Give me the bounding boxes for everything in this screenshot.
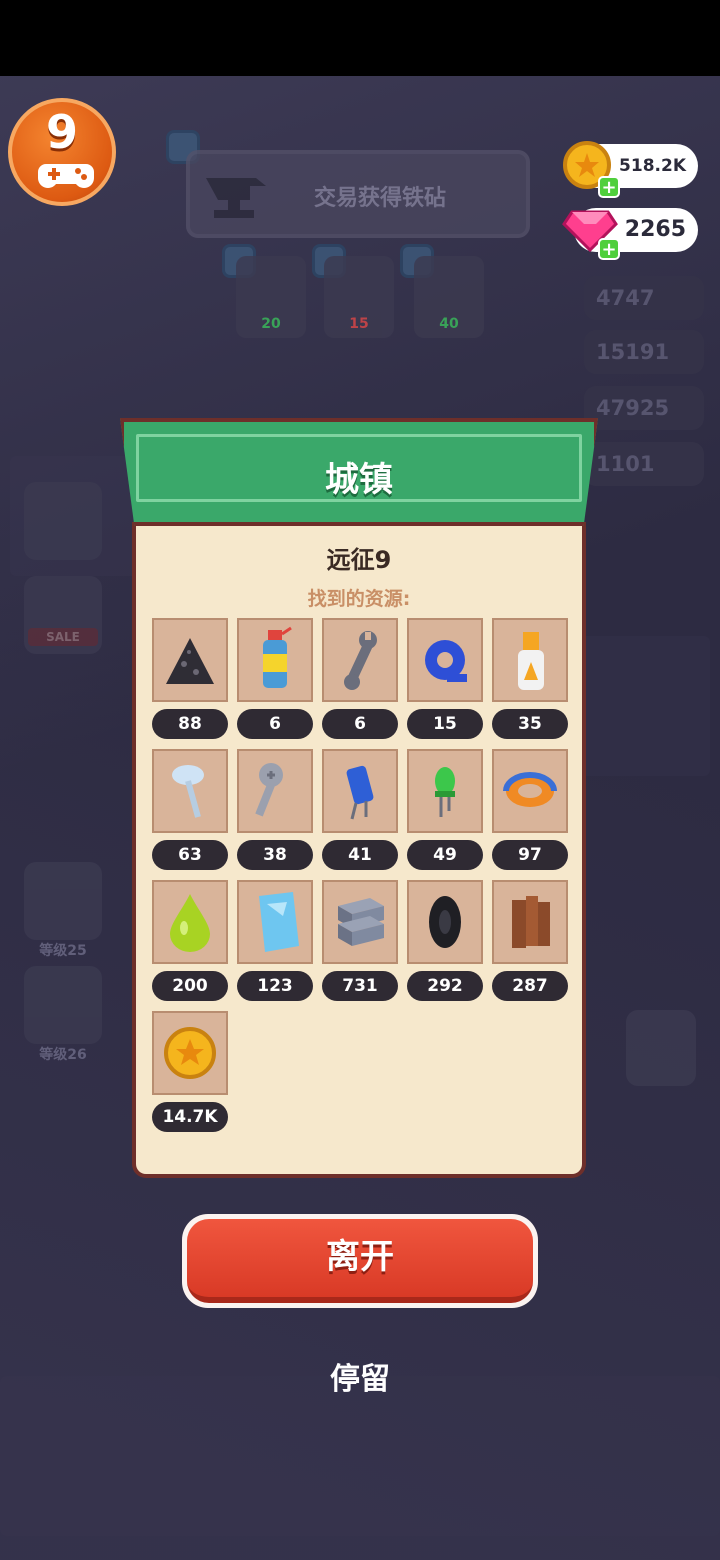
anvil-icon [206,178,266,218]
resource-count: 63 [152,840,228,870]
led-icon [435,767,455,817]
sale-label: SALE [28,628,98,646]
resource-count: 292 [407,971,483,1001]
level-badge[interactable]: 9 [8,98,116,206]
resource-tile[interactable] [322,880,398,964]
add-gems-button[interactable]: + [598,238,620,260]
side-stat: 47925 [584,386,704,430]
resource-tile[interactable] [152,880,228,964]
resource-tile[interactable] [322,618,398,702]
add-coins-button[interactable]: + [598,176,620,198]
coin-value: 518.2K [619,156,686,176]
resource-count: 49 [407,840,483,870]
panel-subtitle: 远征9 [326,546,392,574]
wood-planks-icon [512,896,550,948]
resource-count: 200 [152,971,228,1001]
resource-count: 287 [492,971,568,1001]
stay-button[interactable]: 停留 [300,1356,420,1404]
walkie-talkie-button[interactable] [626,1010,696,1086]
steel-ingot-icon [338,898,384,946]
resource-count: 35 [492,709,568,739]
capacitor-icon [346,765,374,820]
green-drop-icon [170,894,210,952]
level-reward-label: 等级26 [39,1047,87,1063]
glue-bottle-icon [518,632,544,690]
side-stat: 1101 [584,442,704,486]
status-bar [0,0,720,76]
resource-tile[interactable] [322,749,398,833]
resource-count: 97 [492,840,568,870]
level-number: 9 [45,105,78,159]
quest-item-card[interactable]: 15 [324,256,394,338]
resource-count: 41 [322,840,398,870]
resource-tile[interactable] [492,880,568,964]
resource-count: 15 [407,709,483,739]
resource-count: 731 [322,971,398,1001]
gold-coin-icon [164,1027,216,1079]
resource-count: 6 [322,709,398,739]
quest-banner[interactable]: 交易获得铁砧 [186,150,530,238]
resource-tile[interactable] [237,749,313,833]
resource-count: 38 [237,840,313,870]
resource-count: 14.7K [152,1102,228,1132]
gamepad-icon [38,164,94,188]
level-reward-label: 等级25 [39,943,87,959]
quest-item-count: 15 [349,316,369,332]
resource-tile[interactable] [152,618,228,702]
resource-count: 88 [152,709,228,739]
sale-button[interactable]: SALE [24,576,102,654]
resource-tile[interactable] [152,749,228,833]
side-stat: 4747 [584,276,704,320]
resource-tile[interactable] [407,749,483,833]
glass-pane-icon [259,892,299,952]
resource-tile[interactable] [492,749,568,833]
resource-tile[interactable] [152,1011,228,1095]
quest-item-card[interactable]: 20 [236,256,306,338]
leave-button[interactable]: 离开 [182,1214,538,1308]
resource-tile[interactable] [237,880,313,964]
panel-title: 城镇 [325,460,393,500]
resource-tile[interactable] [492,618,568,702]
side-stat: 15191 [584,330,704,374]
tape-roll-icon [425,640,467,682]
ore-pile-icon [166,638,214,684]
quest-text: 交易获得铁砧 [314,186,447,211]
wrench-icon [344,631,377,690]
resource-tile[interactable] [407,618,483,702]
leave-button-label: 离开 [187,1219,533,1303]
level-reward-button[interactable]: 等级26 [24,966,102,1063]
panel-caption: 找到的资源: [307,588,411,610]
resource-tile[interactable] [237,618,313,702]
nail-icon [172,765,204,818]
resource-count: 6 [237,709,313,739]
gem-value: 2265 [624,217,686,242]
quest-item-card[interactable]: 40 [414,256,484,338]
quest-item-count: 20 [261,316,281,332]
resource-count: 123 [237,971,313,1001]
quest-item-count: 40 [439,316,459,332]
level-reward-button[interactable]: 等级25 [24,862,102,959]
resource-tile[interactable] [407,880,483,964]
spray-can-icon [263,626,292,688]
panel-header: 城镇 [120,418,598,526]
shop-crate-button[interactable] [24,482,102,560]
magnet-icon [503,772,557,807]
screw-icon [255,763,283,817]
tire-icon [429,896,461,948]
